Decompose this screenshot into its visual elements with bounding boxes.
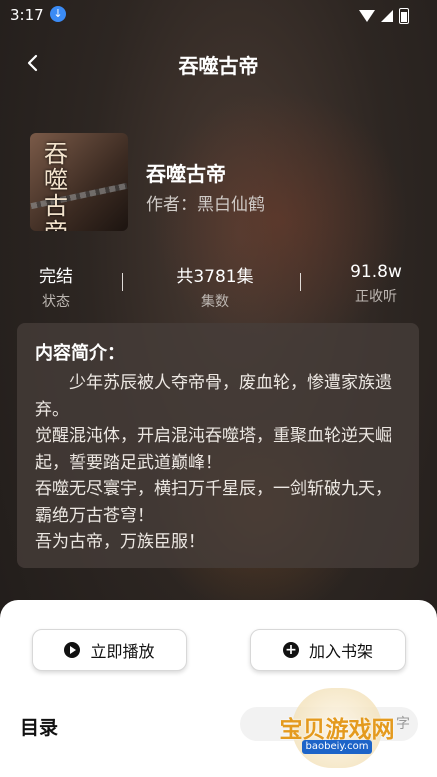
book-title: 吞噬古帝	[146, 162, 226, 186]
book-author: 作者：黑白仙鹤	[146, 195, 265, 215]
signal-icon	[381, 10, 393, 22]
stat-status: 完结 状态	[36, 262, 76, 311]
watermark-url: baobeiy.com	[302, 740, 372, 754]
intro-heading: 内容简介：	[35, 343, 125, 364]
catalog-heading: 目录	[20, 717, 59, 739]
watermark-logo: 宝贝游戏网 baobeiy.com	[262, 688, 412, 768]
stat-listeners-value: 91.8w	[350, 262, 402, 282]
stat-listeners-label: 正收听	[355, 289, 397, 305]
page-title: 吞噬古帝	[178, 54, 259, 78]
stat-status-label: 状态	[42, 294, 70, 310]
watermark-text: 宝贝游戏网	[279, 717, 395, 743]
play-now-button[interactable]: 立即播放	[32, 629, 187, 671]
system-icons	[359, 8, 409, 24]
stat-status-value: 完结	[39, 267, 73, 287]
add-to-shelf-button[interactable]: + 加入书架	[250, 629, 406, 671]
intro-text: 少年苏辰被人夺帝骨，废血轮，惨遭家族遗弃。 觉醒混沌体，开启混沌吞噬塔，重聚血轮…	[35, 373, 392, 552]
stat-divider	[300, 273, 301, 291]
intro-panel: 内容简介： 少年苏辰被人夺帝骨，废血轮，惨遭家族遗弃。 觉醒混沌体，开启混沌吞噬…	[17, 323, 419, 568]
add-to-shelf-label: 加入书架	[308, 642, 373, 661]
stat-divider	[122, 273, 123, 291]
stat-episodes-value: 共3781集	[176, 267, 254, 287]
stat-episodes-label: 集数	[201, 294, 229, 310]
wifi-icon	[359, 10, 375, 22]
battery-charging-icon	[399, 8, 409, 24]
stat-listeners: 91.8w 正收听	[340, 262, 412, 306]
download-icon: ↓	[50, 6, 66, 22]
status-bar: 3:17 ↓	[0, 0, 437, 30]
play-circle-icon	[64, 642, 81, 658]
add-circle-icon: +	[282, 642, 299, 658]
status-time: 3:17	[10, 6, 44, 24]
cover-title-art: 吞噬古帝	[44, 140, 68, 231]
stat-episodes: 共3781集 集数	[160, 262, 270, 311]
play-now-label: 立即播放	[90, 642, 155, 661]
book-cover[interactable]: 吞噬古帝	[30, 133, 128, 231]
